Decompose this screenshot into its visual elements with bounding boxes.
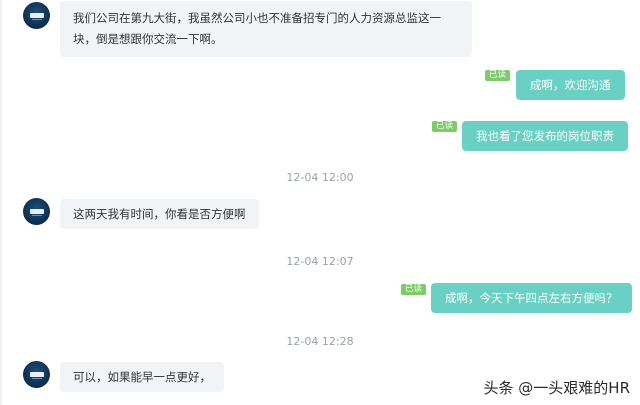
timestamp: 12-04 12:28 [286,335,354,348]
incoming-message: 可以，如果能早一点更好， [60,362,224,392]
outgoing-message: 我也看了您发布的岗位职责 [462,121,628,151]
logo-mark [29,13,44,20]
watermark-text: 头条 @一头艰难的HR [483,379,630,397]
contact-avatar[interactable] [23,361,50,388]
read-badge: 已读 [485,70,511,81]
contact-avatar[interactable] [23,198,50,225]
read-badge: 已读 [432,121,458,132]
outgoing-message: 成啊，欢迎沟通 [516,70,625,100]
read-badge: 已读 [401,284,427,295]
incoming-message: 这两天我有时间，你看是否方便啊 [60,199,259,229]
incoming-message: 我们公司在第九大街，我虽然公司小也不准备招专门的人力资源总监这一块，倒是想跟你交… [60,1,472,57]
contact-avatar[interactable] [23,2,50,29]
logo-mark [29,209,44,216]
outgoing-message: 成啊，今天下午四点左右方便吗？ [431,283,632,313]
timestamp: 12-04 12:07 [286,255,354,268]
timestamp: 12-04 12:00 [286,171,354,184]
logo-mark [29,372,44,379]
